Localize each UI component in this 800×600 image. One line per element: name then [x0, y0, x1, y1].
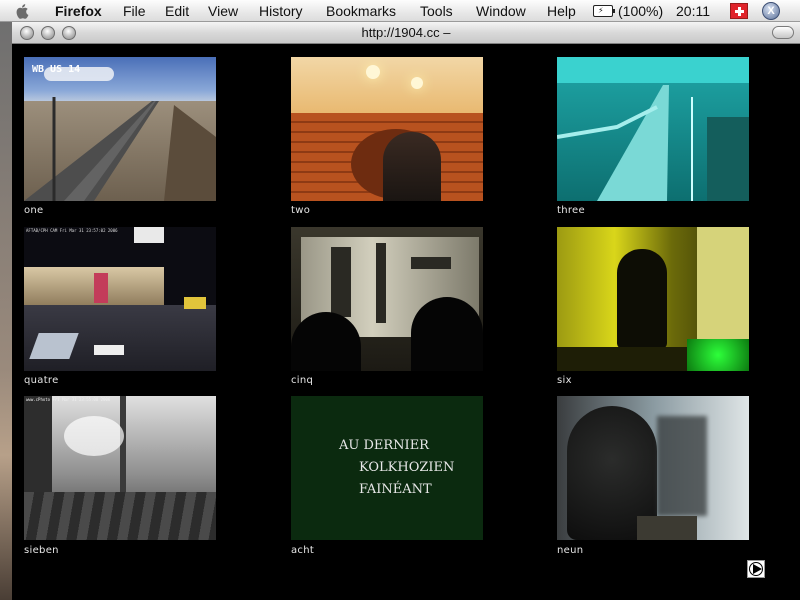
webcam-cinq[interactable]: [291, 227, 483, 371]
menu-clock[interactable]: 20:11: [676, 3, 710, 19]
swiss-flag-icon[interactable]: [730, 3, 748, 19]
menu-history[interactable]: History: [259, 3, 303, 19]
window-titlebar[interactable]: http://1904.cc –: [12, 22, 800, 44]
acht-line-2: KOLKHOZIEN: [359, 460, 455, 475]
camera-label-quatre[interactable]: quatre: [24, 375, 59, 386]
x-icon[interactable]: X: [762, 2, 780, 20]
apple-icon[interactable]: [14, 2, 32, 20]
menu-tools[interactable]: Tools: [420, 3, 453, 19]
menu-window[interactable]: Window: [476, 3, 526, 19]
acht-line-3: FAINÉANT: [359, 482, 432, 497]
camera-label-acht[interactable]: acht: [291, 545, 314, 556]
webcam-neun[interactable]: [557, 396, 749, 540]
webcam-three[interactable]: [557, 57, 749, 201]
browser-window: http://1904.cc – WB US 14 one two three …: [12, 22, 800, 600]
camera-label-neun[interactable]: neun: [557, 545, 583, 556]
camera-overlay-text: AFTAB/CPH CAM Fri Mar 31 23:57:02 2006: [26, 228, 118, 233]
menu-app-name[interactable]: Firefox: [55, 3, 102, 19]
play-next-icon[interactable]: [747, 560, 765, 578]
camera-overlay-text: WB US 14: [32, 64, 81, 75]
acht-line-1: AU DERNIER: [339, 438, 429, 453]
window-title: http://1904.cc –: [361, 25, 451, 40]
camera-overlay-text: www.cPhoto Fri Mar 31 23:55:08 2006: [26, 397, 111, 402]
webcam-one[interactable]: WB US 14: [24, 57, 216, 201]
camera-label-cinq[interactable]: cinq: [291, 375, 313, 386]
webcam-acht[interactable]: AU DERNIER KOLKHOZIEN FAINÉANT: [291, 396, 483, 540]
camera-label-two[interactable]: two: [291, 205, 310, 216]
webcam-sieben[interactable]: www.cPhoto Fri Mar 31 23:55:08 2006: [24, 396, 216, 540]
menu-bookmarks[interactable]: Bookmarks: [326, 3, 396, 19]
battery-plug-icon[interactable]: ⚡: [593, 5, 615, 17]
menu-bar: Firefox File Edit View History Bookmarks…: [0, 0, 800, 22]
camera-label-sieben[interactable]: sieben: [24, 545, 59, 556]
menu-file[interactable]: File: [123, 3, 146, 19]
menu-edit[interactable]: Edit: [165, 3, 189, 19]
menu-help[interactable]: Help: [547, 3, 576, 19]
toolbar-toggle-button[interactable]: [772, 26, 794, 39]
camera-label-one[interactable]: one: [24, 205, 44, 216]
camera-label-six[interactable]: six: [557, 375, 572, 386]
webcam-two[interactable]: [291, 57, 483, 201]
webcam-six[interactable]: [557, 227, 749, 371]
camera-label-three[interactable]: three: [557, 205, 585, 216]
webcam-quatre[interactable]: AFTAB/CPH CAM Fri Mar 31 23:57:02 2006: [24, 227, 216, 371]
battery-percent[interactable]: (100%): [618, 3, 663, 19]
menu-view[interactable]: View: [208, 3, 238, 19]
desktop-background: [0, 22, 12, 600]
